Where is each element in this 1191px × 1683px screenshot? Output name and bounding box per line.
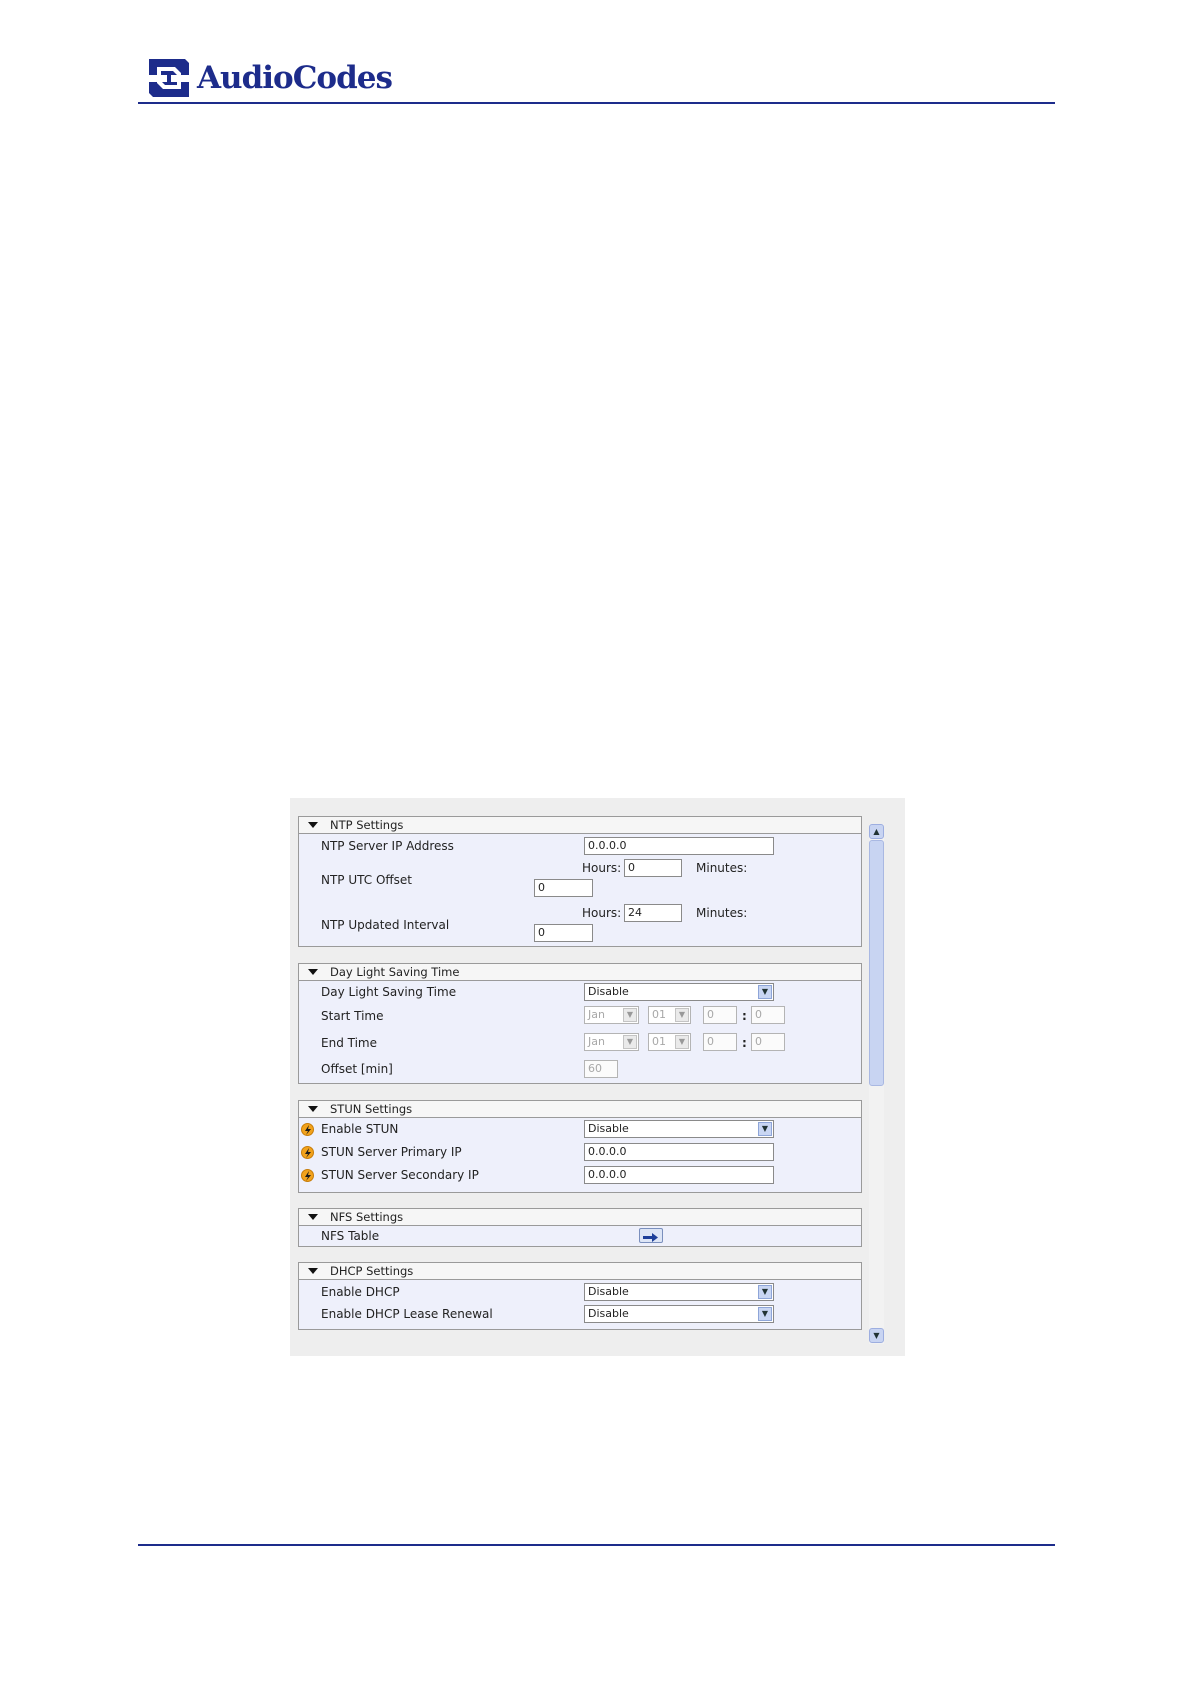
collapse-triangle-icon[interactable] bbox=[308, 969, 318, 975]
utc-minutes-label: Minutes: bbox=[696, 861, 748, 875]
dhcp-section: DHCP Settings Enable DHCP Disable ▼ Enab… bbox=[298, 1262, 862, 1330]
interval-hours-label: Hours: bbox=[582, 906, 622, 920]
stun-header[interactable]: STUN Settings bbox=[299, 1101, 861, 1118]
ntp-server-ip-label: NTP Server IP Address bbox=[321, 839, 454, 853]
ntp-settings-section: NTP Settings NTP Server IP Address 0.0.0… bbox=[298, 816, 862, 947]
end-time-label: End Time bbox=[321, 1036, 377, 1050]
dropdown-arrow-icon[interactable]: ▼ bbox=[675, 1035, 689, 1049]
enable-dhcp-select[interactable]: Disable ▼ bbox=[584, 1283, 774, 1301]
ntp-server-ip-input[interactable]: 0.0.0.0 bbox=[584, 837, 774, 855]
collapse-triangle-icon[interactable] bbox=[308, 1268, 318, 1274]
dst-section: Day Light Saving Time Day Light Saving T… bbox=[298, 963, 862, 1084]
nfs-table-label: NFS Table bbox=[321, 1229, 380, 1243]
start-month-value: Jan bbox=[588, 1008, 605, 1021]
nfs-header[interactable]: NFS Settings bbox=[299, 1209, 861, 1226]
lightning-bolt-icon bbox=[301, 1169, 314, 1182]
end-month-value: Jan bbox=[588, 1035, 605, 1048]
start-time-label: Start Time bbox=[321, 1009, 384, 1023]
stun-section: STUN Settings Enable STUN Disable ▼ STUN… bbox=[298, 1100, 862, 1193]
interval-minutes-input[interactable]: 0 bbox=[534, 924, 593, 942]
dhcp-header[interactable]: DHCP Settings bbox=[299, 1263, 861, 1280]
stun-primary-ip-label: STUN Server Primary IP bbox=[321, 1145, 462, 1159]
end-hour-input[interactable]: 0 bbox=[703, 1033, 737, 1051]
time-separator: : bbox=[742, 1036, 747, 1050]
end-day-value: 01 bbox=[652, 1035, 666, 1048]
stun-secondary-ip-input[interactable]: 0.0.0.0 bbox=[584, 1166, 774, 1184]
collapse-triangle-icon[interactable] bbox=[308, 822, 318, 828]
dhcp-renewal-value: Disable bbox=[588, 1307, 629, 1320]
enable-stun-select[interactable]: Disable ▼ bbox=[584, 1120, 774, 1138]
settings-screenshot: NTP Settings NTP Server IP Address 0.0.0… bbox=[290, 798, 905, 1356]
scrollbar-thumb[interactable] bbox=[869, 840, 884, 1086]
logo-text: AudioCodes bbox=[197, 60, 393, 96]
dhcp-renewal-select[interactable]: Disable ▼ bbox=[584, 1305, 774, 1323]
section-title: NFS Settings bbox=[330, 1210, 404, 1224]
nfs-table-button[interactable] bbox=[639, 1228, 663, 1243]
enable-dhcp-value: Disable bbox=[588, 1285, 629, 1298]
dropdown-arrow-icon[interactable]: ▼ bbox=[675, 1008, 689, 1022]
section-title: NTP Settings bbox=[330, 818, 404, 832]
section-title: STUN Settings bbox=[330, 1102, 413, 1116]
start-hour-input[interactable]: 0 bbox=[703, 1006, 737, 1024]
end-minute-input[interactable]: 0 bbox=[751, 1033, 785, 1051]
lightning-bolt-icon bbox=[301, 1146, 314, 1159]
utc-hours-input[interactable]: 0 bbox=[624, 859, 682, 877]
time-separator: : bbox=[742, 1009, 747, 1023]
lightning-bolt-icon bbox=[301, 1123, 314, 1136]
scroll-down-icon[interactable]: ▼ bbox=[869, 1328, 884, 1343]
start-day-value: 01 bbox=[652, 1008, 666, 1021]
dst-mode-value: Disable bbox=[588, 985, 629, 998]
audiocodes-logo-icon bbox=[145, 59, 193, 97]
interval-hours-input[interactable]: 24 bbox=[624, 904, 682, 922]
audiocodes-logo: AudioCodes bbox=[145, 56, 393, 100]
dropdown-arrow-icon[interactable]: ▼ bbox=[623, 1035, 637, 1049]
dropdown-arrow-icon[interactable]: ▼ bbox=[623, 1008, 637, 1022]
utc-hours-label: Hours: bbox=[582, 861, 622, 875]
header-rule bbox=[138, 102, 1055, 104]
collapse-triangle-icon[interactable] bbox=[308, 1214, 318, 1220]
ntp-utc-offset-label: NTP UTC Offset bbox=[321, 873, 413, 887]
dropdown-arrow-icon[interactable]: ▼ bbox=[758, 985, 772, 999]
enable-dhcp-label: Enable DHCP bbox=[321, 1285, 400, 1299]
dst-header[interactable]: Day Light Saving Time bbox=[299, 964, 861, 981]
dst-mode-select[interactable]: Disable ▼ bbox=[584, 983, 774, 1001]
collapse-triangle-icon[interactable] bbox=[308, 1106, 318, 1112]
stun-primary-ip-input[interactable]: 0.0.0.0 bbox=[584, 1143, 774, 1161]
enable-stun-label: Enable STUN bbox=[321, 1122, 399, 1136]
ntp-updated-interval-label: NTP Updated Interval bbox=[321, 918, 450, 932]
end-month-select[interactable]: Jan ▼ bbox=[584, 1033, 639, 1051]
dhcp-renewal-label: Enable DHCP Lease Renewal bbox=[321, 1307, 493, 1321]
enable-stun-value: Disable bbox=[588, 1122, 629, 1135]
utc-minutes-input[interactable]: 0 bbox=[534, 879, 593, 897]
footer-rule bbox=[138, 1544, 1055, 1546]
stun-secondary-ip-label: STUN Server Secondary IP bbox=[321, 1168, 479, 1182]
dst-mode-label: Day Light Saving Time bbox=[321, 985, 457, 999]
dropdown-arrow-icon[interactable]: ▼ bbox=[758, 1122, 772, 1136]
start-day-select[interactable]: 01 ▼ bbox=[648, 1006, 691, 1024]
offset-label: Offset [min] bbox=[321, 1062, 393, 1076]
end-day-select[interactable]: 01 ▼ bbox=[648, 1033, 691, 1051]
offset-input[interactable]: 60 bbox=[584, 1060, 618, 1078]
start-month-select[interactable]: Jan ▼ bbox=[584, 1006, 639, 1024]
scroll-up-icon[interactable]: ▲ bbox=[869, 824, 884, 839]
dropdown-arrow-icon[interactable]: ▼ bbox=[758, 1285, 772, 1299]
start-minute-input[interactable]: 0 bbox=[751, 1006, 785, 1024]
arrow-right-icon bbox=[643, 1233, 658, 1242]
interval-minutes-label: Minutes: bbox=[696, 906, 748, 920]
ntp-settings-header[interactable]: NTP Settings bbox=[299, 817, 861, 834]
dropdown-arrow-icon[interactable]: ▼ bbox=[758, 1307, 772, 1321]
section-title: Day Light Saving Time bbox=[330, 965, 460, 979]
nfs-section: NFS Settings NFS Table bbox=[298, 1208, 862, 1247]
section-title: DHCP Settings bbox=[330, 1264, 414, 1278]
